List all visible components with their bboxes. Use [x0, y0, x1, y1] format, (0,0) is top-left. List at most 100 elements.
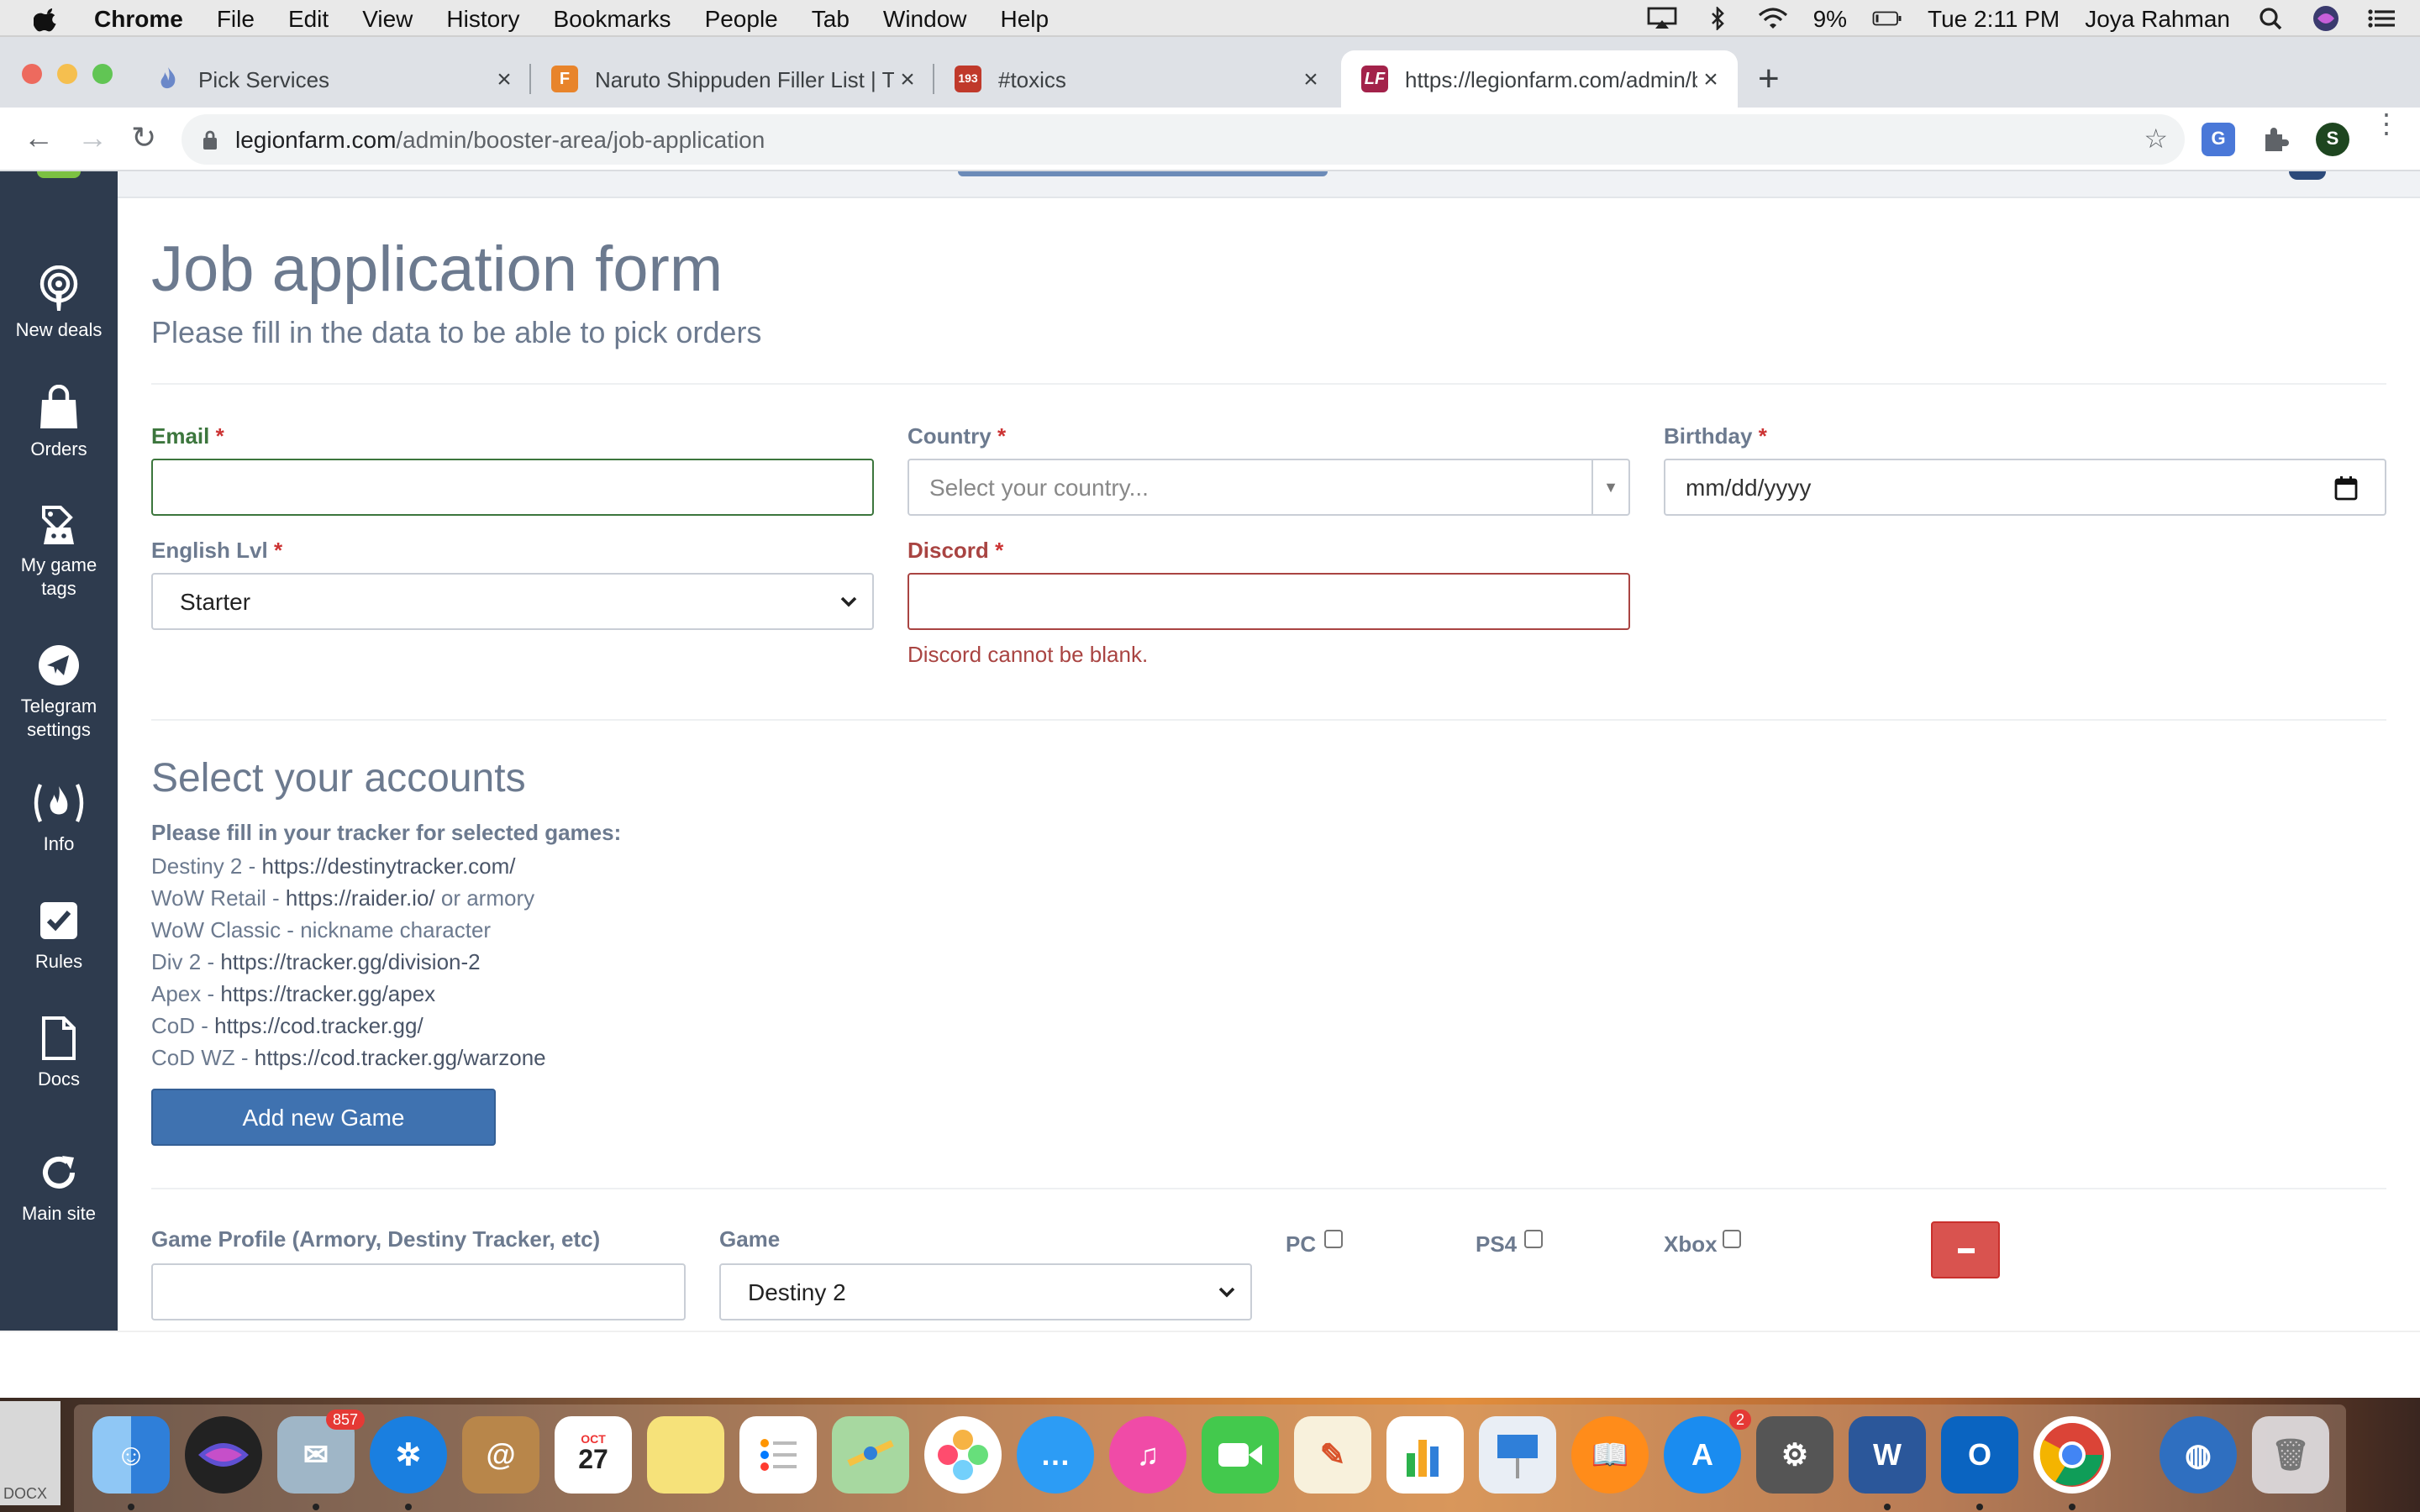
- sidebar-item-new-deals[interactable]: New deals: [0, 265, 118, 343]
- airplay-icon[interactable]: [1647, 6, 1677, 29]
- finder-icon[interactable]: ☺: [92, 1416, 170, 1494]
- email-field[interactable]: [151, 459, 874, 516]
- app-store-icon[interactable]: A2: [1664, 1410, 1751, 1494]
- siri-dock-icon[interactable]: [185, 1416, 262, 1494]
- calendar-icon[interactable]: [2334, 475, 2358, 501]
- messages-icon[interactable]: …: [1017, 1416, 1094, 1494]
- system-preferences-icon[interactable]: ⚙: [1756, 1416, 1833, 1494]
- mail-badge: 857: [325, 1410, 365, 1430]
- game-tags-icon: [42, 506, 74, 544]
- tab-pick-services[interactable]: Pick Services ×: [134, 50, 531, 108]
- discord-field[interactable]: [908, 573, 1630, 630]
- close-tab-icon[interactable]: ×: [1697, 65, 1724, 93]
- chrome-icon[interactable]: [2033, 1416, 2111, 1494]
- photos-icon[interactable]: [924, 1416, 1002, 1494]
- sidebar-item-docs[interactable]: Docs: [0, 1015, 118, 1092]
- chevron-down-icon: [1218, 1287, 1235, 1298]
- desktop-file-docx[interactable]: DOCX: [0, 1401, 60, 1505]
- sidebar-item-rules[interactable]: Rules: [0, 897, 118, 974]
- mail-icon[interactable]: ✉ 857: [277, 1410, 365, 1494]
- minimize-window-button[interactable]: [57, 64, 77, 84]
- outlook-icon[interactable]: O: [1941, 1416, 2018, 1494]
- menu-file[interactable]: File: [217, 4, 255, 31]
- close-window-button[interactable]: [22, 64, 42, 84]
- email-label: Email *: [151, 423, 224, 449]
- bookmark-star-icon[interactable]: ☆: [2144, 123, 2168, 156]
- sidebar-item-orders[interactable]: Orders: [0, 385, 118, 462]
- ps4-checkbox[interactable]: [1524, 1230, 1543, 1248]
- network-globe-icon[interactable]: ◍: [2160, 1416, 2237, 1494]
- xbox-checkbox[interactable]: [1723, 1230, 1741, 1248]
- tab-toxics[interactable]: 193 #toxics ×: [934, 50, 1338, 108]
- battery-percent: 9%: [1812, 4, 1848, 31]
- sidebar-item-my-game-tags[interactable]: My game tags: [0, 501, 118, 601]
- numbers-icon[interactable]: [1386, 1416, 1464, 1494]
- menu-history[interactable]: History: [446, 4, 519, 31]
- close-tab-icon[interactable]: ×: [491, 65, 518, 93]
- menu-bookmarks[interactable]: Bookmarks: [554, 4, 671, 31]
- close-tab-icon[interactable]: ×: [1297, 65, 1324, 93]
- itunes-icon[interactable]: ♫: [1109, 1416, 1186, 1494]
- pc-checkbox[interactable]: [1324, 1230, 1343, 1248]
- facetime-icon[interactable]: [1202, 1416, 1279, 1494]
- close-tab-icon[interactable]: ×: [894, 65, 921, 93]
- reminders-icon[interactable]: [739, 1416, 817, 1494]
- calendar-icon[interactable]: OCT 27: [555, 1416, 632, 1494]
- sidebar-item-info[interactable]: Info: [0, 780, 118, 857]
- siri-icon[interactable]: [2311, 5, 2341, 30]
- user-avatar-edge[interactable]: [2289, 171, 2326, 180]
- zoom-window-button[interactable]: [92, 64, 113, 84]
- menu-app-name[interactable]: Chrome: [94, 4, 183, 31]
- menu-help[interactable]: Help: [1001, 4, 1050, 31]
- remove-game-button[interactable]: [1931, 1221, 2000, 1278]
- sidebar-item-telegram-settings[interactable]: Telegram settings: [0, 642, 118, 743]
- spotlight-search-icon[interactable]: [2255, 6, 2286, 29]
- game-select[interactable]: Destiny 2: [719, 1263, 1252, 1320]
- address-bar[interactable]: legionfarm.com/admin/booster-area/job-ap…: [182, 114, 2185, 165]
- caret-down-icon[interactable]: ▼: [1591, 460, 1628, 514]
- forward-arrow-icon[interactable]: →: [77, 121, 108, 156]
- back-arrow-icon[interactable]: ←: [24, 121, 54, 156]
- tab-legionfarm-active[interactable]: LF https://legionfarm.com/admin/b ×: [1341, 50, 1738, 108]
- new-tab-plus-icon[interactable]: +: [1758, 57, 1780, 101]
- wifi-icon[interactable]: [1758, 6, 1788, 29]
- trash-icon[interactable]: 🗑: [2252, 1416, 2329, 1494]
- menubar-clock[interactable]: Tue 2:11 PM: [1928, 4, 2060, 31]
- sidebar-item-main-site[interactable]: Main site: [0, 1149, 118, 1226]
- menu-tab[interactable]: Tab: [812, 4, 850, 31]
- contacts-icon[interactable]: @: [462, 1416, 539, 1494]
- pages-icon[interactable]: ✎: [1294, 1416, 1371, 1494]
- ibooks-icon[interactable]: 📖: [1571, 1416, 1649, 1494]
- english-level-select[interactable]: Starter: [151, 573, 874, 630]
- notes-icon[interactable]: [647, 1416, 724, 1494]
- profile-avatar[interactable]: S: [2316, 123, 2349, 156]
- country-select[interactable]: Select your country... ▼: [908, 459, 1630, 516]
- google-translate-icon[interactable]: G: [2202, 123, 2235, 156]
- menu-window[interactable]: Window: [883, 4, 967, 31]
- chrome-menu-icon[interactable]: ⋮: [2373, 112, 2400, 139]
- extensions-puzzle-icon[interactable]: [2259, 123, 2292, 156]
- menu-edit[interactable]: Edit: [288, 4, 329, 31]
- birthday-label: Birthday *: [1664, 423, 1767, 449]
- notification-center-icon[interactable]: [2366, 6, 2396, 29]
- maps-icon[interactable]: [832, 1416, 909, 1494]
- minus-icon: [1957, 1247, 1974, 1252]
- bluetooth-icon[interactable]: [1702, 6, 1733, 29]
- game-profile-input[interactable]: [151, 1263, 686, 1320]
- email-label-text: Email: [151, 423, 210, 449]
- page-bottom-area: [0, 1331, 2420, 1398]
- apple-icon[interactable]: [34, 4, 60, 31]
- battery-icon[interactable]: [1872, 6, 1902, 29]
- birthday-date-input[interactable]: mm/dd/yyyy: [1664, 459, 2386, 516]
- word-icon[interactable]: W: [1849, 1416, 1926, 1494]
- menubar-user[interactable]: Joya Rahman: [2085, 4, 2230, 31]
- reload-icon[interactable]: ↻: [131, 121, 156, 156]
- tab-naruto-filler[interactable]: F Naruto Shippuden Filler List | T ×: [531, 50, 934, 108]
- menu-view[interactable]: View: [362, 4, 413, 31]
- menu-people[interactable]: People: [705, 4, 778, 31]
- safari-icon[interactable]: ✲: [370, 1416, 447, 1494]
- tracker-game: CoD WZ -: [151, 1045, 255, 1070]
- keynote-icon[interactable]: [1479, 1416, 1556, 1494]
- add-new-game-button[interactable]: Add new Game: [151, 1089, 496, 1146]
- running-indicator: [2069, 1504, 2075, 1510]
